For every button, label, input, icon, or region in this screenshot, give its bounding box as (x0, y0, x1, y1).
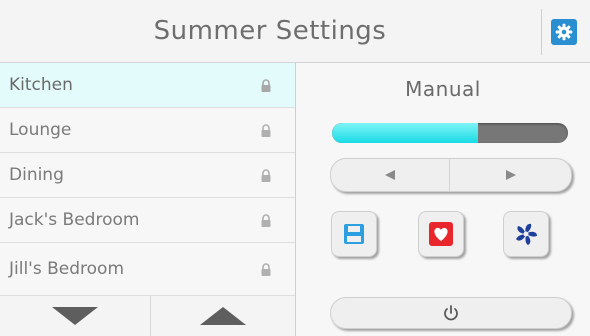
next-mode-button[interactable] (450, 159, 571, 191)
lock-icon (261, 214, 271, 227)
heart-icon (429, 222, 453, 246)
page-title: Summer Settings (153, 16, 387, 46)
list-scroll-controls (0, 296, 295, 336)
triangle-down-icon (52, 307, 98, 325)
previous-mode-button[interactable] (331, 159, 450, 191)
room-list: Kitchen Lounge Dining Jack's Bedroom Jil… (0, 63, 296, 336)
room-label: Kitchen (9, 75, 73, 95)
room-label: Jill's Bedroom (9, 259, 125, 279)
gear-icon (555, 23, 573, 41)
mode-navigation (330, 158, 572, 192)
lock-icon (261, 263, 271, 276)
level-slider-fill (332, 123, 479, 143)
triangle-right-icon (505, 170, 516, 180)
level-slider[interactable] (332, 123, 568, 143)
room-item-jacks-bedroom[interactable]: Jack's Bedroom (0, 198, 295, 243)
triangle-up-icon (200, 307, 246, 325)
room-label: Jack's Bedroom (9, 210, 140, 230)
lock-icon (261, 79, 271, 92)
lock-icon (261, 169, 271, 182)
room-item-kitchen[interactable]: Kitchen (0, 63, 295, 108)
fan-button[interactable] (503, 211, 549, 257)
settings-button[interactable] (551, 19, 577, 45)
power-icon (444, 305, 458, 321)
triangle-left-icon (385, 170, 395, 180)
settings-button-area[interactable] (541, 9, 586, 55)
save-button[interactable] (331, 211, 377, 257)
room-item-jills-bedroom[interactable]: Jill's Bedroom (0, 243, 295, 296)
mode-label: Manual (405, 77, 481, 101)
lock-icon (261, 124, 271, 137)
scroll-down-button[interactable] (0, 296, 151, 336)
floppy-disk-icon (344, 224, 364, 244)
power-button[interactable] (330, 297, 572, 329)
header-bar: Summer Settings (0, 0, 590, 63)
favorite-button[interactable] (418, 211, 464, 257)
room-item-lounge[interactable]: Lounge (0, 108, 295, 153)
room-label: Dining (9, 165, 64, 185)
fan-icon (516, 223, 538, 246)
scroll-up-button[interactable] (151, 296, 295, 336)
control-panel: Manual (296, 63, 590, 336)
room-item-dining[interactable]: Dining (0, 153, 295, 198)
room-label: Lounge (9, 120, 72, 140)
